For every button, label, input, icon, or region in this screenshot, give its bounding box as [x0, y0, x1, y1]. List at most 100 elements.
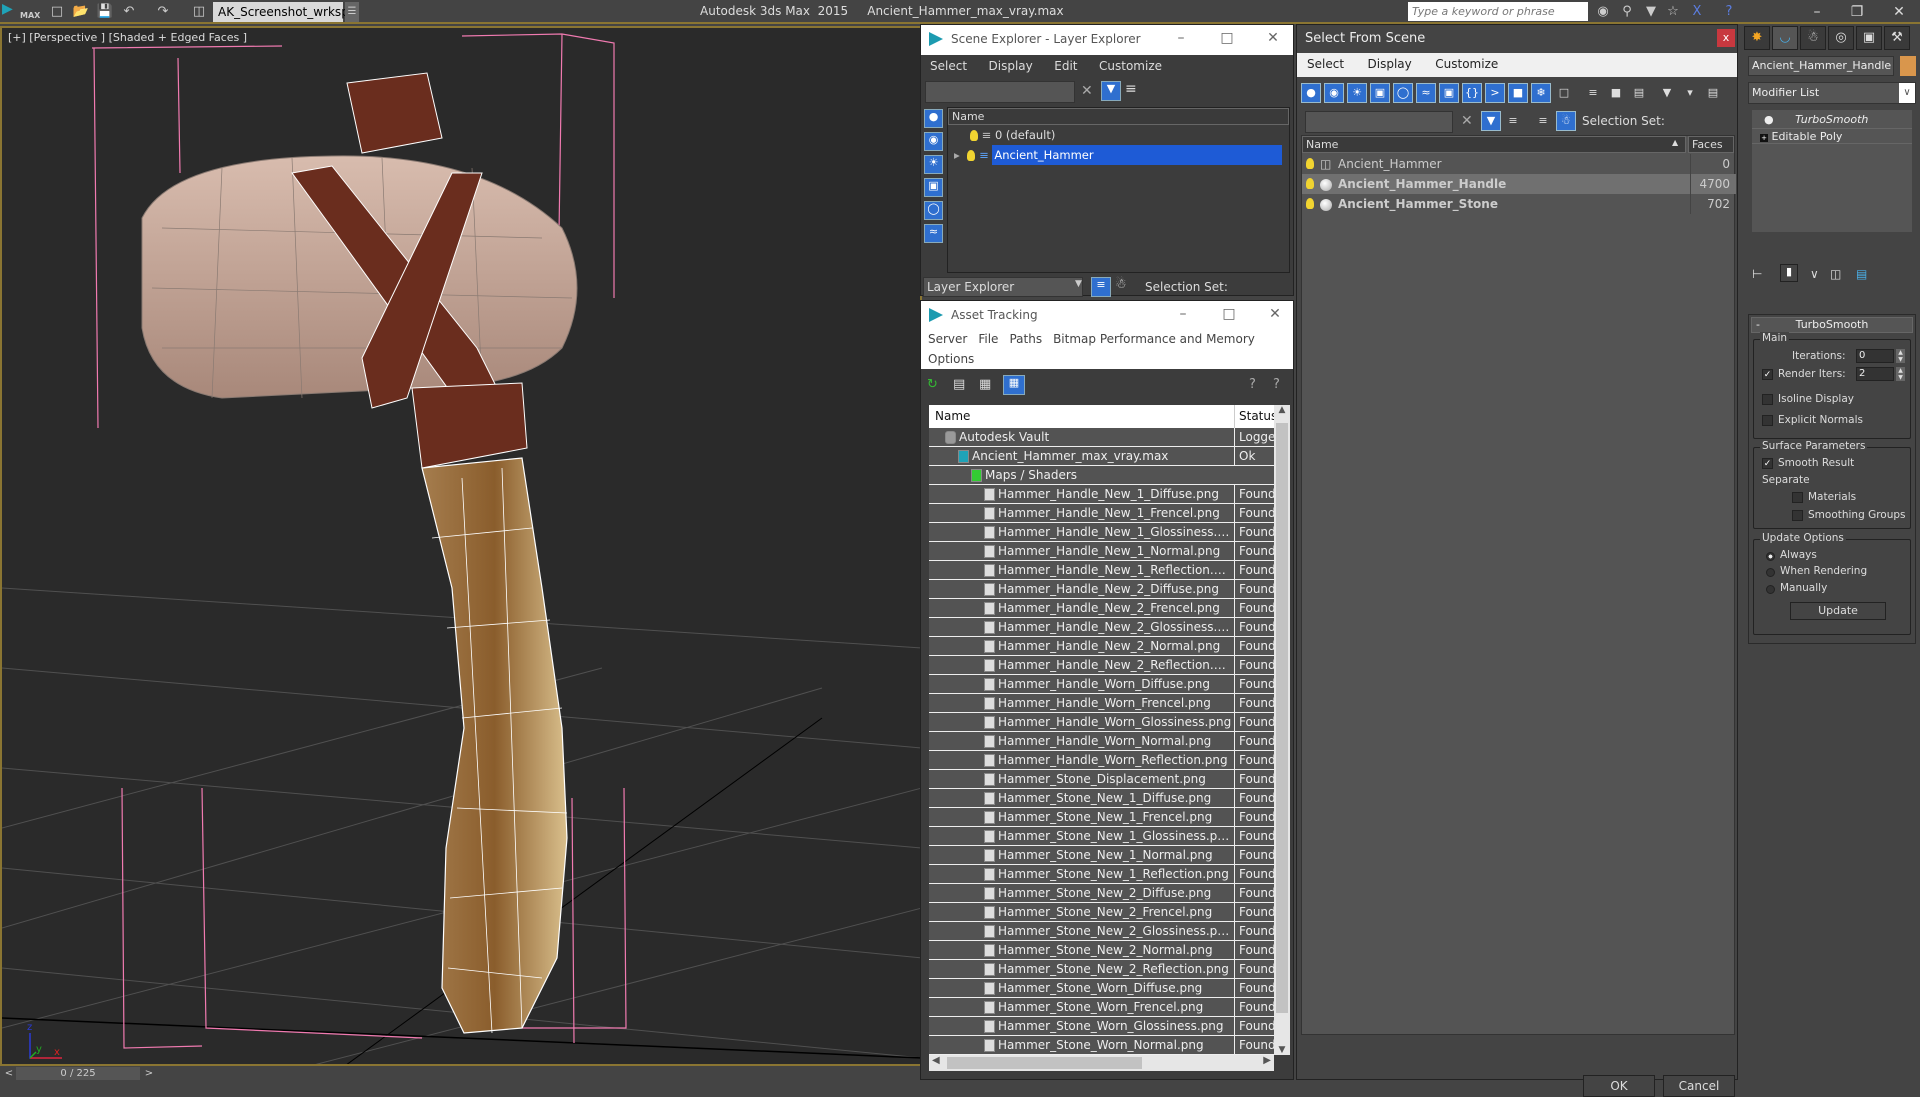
list-view-icon[interactable]: ▤	[953, 377, 965, 392]
undo-icon[interactable]: ↶	[120, 3, 138, 20]
favorites-star-icon[interactable]: ☆	[1664, 3, 1682, 20]
clear-filter-icon[interactable]: ✕	[1081, 83, 1093, 99]
help-search-input[interactable]: Type a keyword or phrase	[1408, 2, 1588, 21]
stack-item-editable-poly[interactable]: + Editable Poly	[1752, 128, 1912, 144]
timeslider-next-button[interactable]: >	[142, 1067, 156, 1080]
object-filter-input[interactable]	[1305, 111, 1453, 133]
close-button[interactable]: ✕	[1882, 2, 1916, 22]
hierarchy-mode-icon[interactable]: ☃	[1556, 111, 1576, 131]
scroll-right-icon[interactable]: ▶	[1263, 1055, 1271, 1066]
asset-row[interactable]: Hammer_Stone_New_2_Glossiness.png Found	[929, 922, 1274, 941]
layer-mode-icon[interactable]: ≡	[1533, 111, 1553, 131]
visibility-bulb-icon[interactable]	[967, 150, 976, 161]
minimize-button[interactable]: –	[1171, 30, 1191, 48]
cameras-filter-icon[interactable]: ▣	[1370, 83, 1390, 103]
asset-row[interactable]: Hammer_Stone_Worn_Glossiness.png Found	[929, 1017, 1274, 1036]
vertical-scrollbar[interactable]: ▲ ▼	[1274, 405, 1290, 1055]
asset-row[interactable]: Hammer_Stone_New_1_Reflection.png Found	[929, 865, 1274, 884]
menu-edit[interactable]: Edit	[1045, 55, 1086, 77]
asset-row[interactable]: Hammer_Stone_New_1_Frencel.png Found	[929, 808, 1274, 827]
asset-row[interactable]: Hammer_Stone_New_2_Diffuse.png Found	[929, 884, 1274, 903]
modify-tab-icon[interactable]: ◡	[1772, 26, 1798, 50]
filter-toggle-icon[interactable]: ▼	[1481, 111, 1501, 131]
make-unique-icon[interactable]: ∨	[1810, 267, 1819, 281]
minimize-button[interactable]: –	[1800, 2, 1834, 22]
shapes-filter-icon[interactable]: ◉	[1324, 83, 1344, 103]
cancel-button[interactable]: Cancel	[1663, 1075, 1735, 1097]
column-name[interactable]: Name	[935, 405, 970, 428]
menu-display[interactable]: Display	[1358, 53, 1422, 75]
asset-row[interactable]: Hammer_Handle_Worn_Normal.png Found	[929, 732, 1274, 751]
rollout-header[interactable]: - TurboSmooth	[1751, 317, 1913, 333]
menu-bitmap-performance[interactable]: Bitmap Performance and Memory	[1046, 329, 1259, 349]
asset-row[interactable]: Hammer_Stone_Displacement.png Found	[929, 770, 1274, 789]
menu-server[interactable]: Server	[921, 329, 971, 349]
filter-funnel-icon[interactable]: ▼	[1657, 83, 1677, 103]
hidden-filter-icon[interactable]: □	[1554, 83, 1574, 103]
asset-row[interactable]: Hammer_Handle_New_1_Glossiness.p... Found	[929, 523, 1274, 542]
geometry-filter-icon[interactable]: ●	[1301, 83, 1321, 103]
asset-row[interactable]: Hammer_Handle_New_2_Frencel.png Found	[929, 599, 1274, 618]
asset-row[interactable]: Maps / Shaders	[929, 466, 1274, 485]
hierarchy-tab-icon[interactable]: ☃	[1800, 26, 1826, 50]
explicit-normals-checkbox[interactable]	[1762, 415, 1773, 426]
menu-file[interactable]: File	[971, 329, 1002, 349]
helpers-filter-icon[interactable]: ◯	[924, 201, 943, 220]
visibility-bulb-icon[interactable]	[1306, 158, 1314, 169]
menu-customize[interactable]: Customize	[1090, 55, 1171, 77]
lights-filter-icon[interactable]: ☀	[924, 155, 943, 174]
remove-modifier-icon[interactable]: ◫	[1830, 267, 1841, 281]
create-tab-icon[interactable]: ✸	[1744, 26, 1770, 50]
groups-filter-icon[interactable]: ▣	[1439, 83, 1459, 103]
visibility-bulb-icon[interactable]	[1306, 178, 1314, 189]
motion-tab-icon[interactable]: ◎	[1828, 26, 1854, 50]
asset-row[interactable]: Hammer_Stone_New_2_Normal.png Found	[929, 941, 1274, 960]
xrefs-filter-icon[interactable]: {}	[1462, 83, 1482, 103]
asset-row[interactable]: Hammer_Handle_New_1_Normal.png Found	[929, 542, 1274, 561]
update-manually-radio[interactable]	[1766, 585, 1775, 594]
column-status[interactable]: Status	[1234, 405, 1274, 428]
display-invert-icon[interactable]: ▤	[1629, 83, 1649, 103]
object-row[interactable]: ◫ Ancient_Hammer 0	[1302, 154, 1736, 174]
workspace-dropdown[interactable]: AK_Screenshot_wrksp	[213, 2, 349, 22]
menu-display[interactable]: Display	[980, 55, 1042, 77]
perspective-viewport[interactable]: z y x [+] [Perspective ] [Shaded + Edged…	[0, 26, 922, 1066]
menu-customize[interactable]: Customize	[1425, 53, 1508, 75]
timeslider-prev-button[interactable]: <	[2, 1067, 16, 1080]
asset-row[interactable]: Hammer_Handle_Worn_Frencel.png Found	[929, 694, 1274, 713]
smooth-result-checkbox[interactable]: ✓	[1762, 458, 1773, 469]
redo-icon[interactable]: ↷	[154, 3, 172, 20]
iterations-spinner[interactable]: 0	[1856, 349, 1894, 363]
viewport-label[interactable]: [+] [Perspective ] [Shaded + Edged Faces…	[8, 31, 247, 44]
render-iters-checkbox[interactable]: ✓	[1762, 369, 1773, 380]
light-bulb-icon[interactable]: ●	[1764, 113, 1774, 126]
asset-row[interactable]: Hammer_Stone_New_1_Normal.png Found	[929, 846, 1274, 865]
object-row[interactable]: Ancient_Hammer_Handle 4700	[1302, 174, 1736, 194]
asset-row[interactable]: Hammer_Handle_New_1_Reflection.p... Found	[929, 561, 1274, 580]
shapes-filter-icon[interactable]: ◉	[924, 132, 943, 151]
exchange-x-icon[interactable]: X	[1688, 3, 1706, 20]
restore-button[interactable]: ❐	[1840, 2, 1874, 22]
time-slider[interactable]: 0 / 225	[16, 1067, 140, 1080]
asset-row[interactable]: Hammer_Handle_Worn_Reflection.png Found	[929, 751, 1274, 770]
maximize-button[interactable]: □	[1217, 30, 1237, 48]
frozen-filter-icon[interactable]: ❄	[1531, 83, 1551, 103]
utilities-tab-icon[interactable]: ⚒	[1884, 26, 1910, 50]
help-icon[interactable]: ?	[1720, 3, 1738, 20]
asset-tracking-titlebar[interactable]: Asset Tracking – □ ✕	[921, 301, 1293, 329]
filter-toggle-icon[interactable]: ▼	[1101, 81, 1121, 101]
pin-stack-icon[interactable]: ⊢	[1752, 267, 1762, 281]
asset-row[interactable]: Autodesk VaultLogged	[929, 428, 1274, 447]
asset-row[interactable]: Hammer_Handle_New_2_Reflection.p... Found	[929, 656, 1274, 675]
filter-settings-icon[interactable]: ▤	[1703, 83, 1723, 103]
asset-row[interactable]: Hammer_Handle_Worn_Diffuse.png Found	[929, 675, 1274, 694]
geometry-filter-icon[interactable]: ●	[924, 109, 943, 128]
layers-settings-icon[interactable]: ≡	[1125, 81, 1137, 97]
asset-row[interactable]: Hammer_Stone_New_2_Reflection.png Found	[929, 960, 1274, 979]
visibility-bulb-icon[interactable]	[970, 130, 978, 141]
advanced-filter-icon[interactable]: ▾	[1680, 83, 1700, 103]
stack-item-turbosmooth[interactable]: ● TurboSmooth	[1752, 112, 1912, 128]
layer-row[interactable]: ≡ 0 (default)	[948, 125, 1289, 145]
layer-row[interactable]: ▸ ≡ Ancient_Hammer	[948, 145, 1289, 165]
layers-settings-icon[interactable]: ≡	[1503, 111, 1523, 131]
